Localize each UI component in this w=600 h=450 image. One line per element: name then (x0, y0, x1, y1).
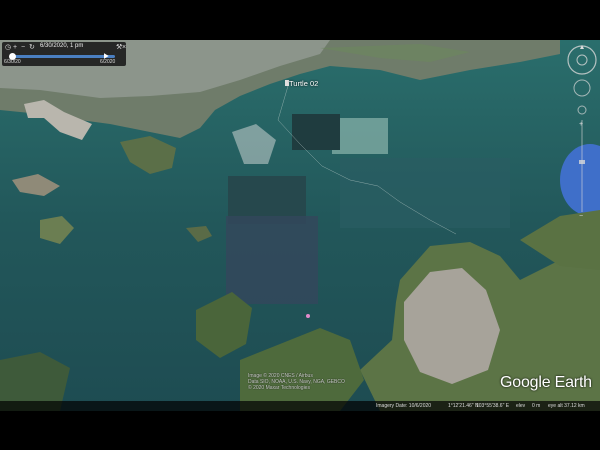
zoom-out-time-icon[interactable]: − (21, 44, 28, 51)
navigation-controls[interactable]: + − (565, 42, 599, 252)
compass-ring (567, 45, 597, 75)
close-icon[interactable]: × (122, 44, 129, 51)
longitude-readout: 103°55'38.6" E (476, 403, 510, 409)
street-view-icon (577, 105, 587, 115)
latitude-readout: 1°12'21.46" N (448, 403, 479, 409)
zoom-slider-handle (579, 160, 585, 164)
map-viewport[interactable]: ◷ + − ↻ 6/30/2020, 1 pm ⚒ × 6/30/20 6/20… (0, 40, 600, 411)
zoom-in-icon: + (579, 121, 583, 128)
placemark-label[interactable]: Turtle 02 (289, 79, 318, 88)
time-slider-start-label: 6/30/20 (4, 59, 21, 65)
zoom-in-time-icon[interactable]: + (13, 44, 20, 51)
time-slider-panel[interactable]: ◷ + − ↻ 6/30/2020, 1 pm ⚒ × 6/30/20 6/20… (2, 42, 126, 66)
elevation-value: 0 m (532, 403, 541, 409)
imagery-credits: Image © 2020 CNES / Airbus Data SIO, NOA… (248, 373, 345, 391)
time-slider-track[interactable] (11, 55, 115, 58)
eye-altitude: eye alt 37.12 km (548, 403, 585, 409)
zoom-out-icon: − (579, 213, 583, 220)
elevation-label: elev (516, 403, 526, 409)
time-slider-date: 6/30/2020, 1 pm (40, 43, 84, 49)
credit-line: © 2020 Maxar Technologies (248, 385, 310, 391)
loop-icon[interactable]: ↻ (29, 44, 36, 51)
time-slider-end-label: 6/2020 (100, 59, 116, 65)
satellite-map[interactable] (0, 40, 600, 411)
look-joystick (576, 54, 588, 66)
move-joystick (573, 79, 591, 97)
status-bar: Imagery Date: 10/6/2020 1°12'21.46" N 10… (0, 401, 600, 411)
clock-icon[interactable]: ◷ (5, 44, 12, 51)
imagery-date: Imagery Date: 10/6/2020 (376, 403, 432, 409)
google-earth-logo: Google Earth (500, 374, 592, 391)
